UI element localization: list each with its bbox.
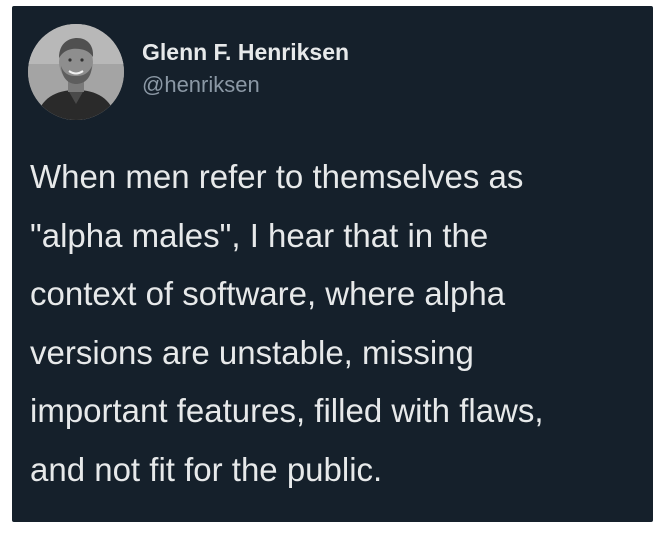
avatar-image: [28, 24, 124, 120]
tweet-card: Glenn F. Henriksen @henriksen When men r…: [12, 6, 653, 522]
avatar[interactable]: [28, 24, 124, 120]
tweet-header: Glenn F. Henriksen @henriksen: [28, 24, 349, 120]
tweet-text-line: "alpha males", I hear that in the: [30, 216, 489, 254]
author-handle[interactable]: @henriksen: [142, 72, 349, 98]
author-display-name[interactable]: Glenn F. Henriksen: [142, 38, 349, 66]
tweet-text: When men refer to themselves as "alpha m…: [30, 148, 642, 499]
author-names: Glenn F. Henriksen @henriksen: [142, 38, 349, 98]
tweet-text-line: When men refer to themselves as: [30, 158, 524, 195]
tweet-text-line: context of software, where alpha: [30, 275, 506, 312]
tweet-text-line: and not fit for the public.: [30, 450, 383, 488]
tweet-text-line: versions are unstable, missing: [30, 333, 474, 371]
tweet-text-line: important features, filled with flaws,: [30, 392, 544, 429]
